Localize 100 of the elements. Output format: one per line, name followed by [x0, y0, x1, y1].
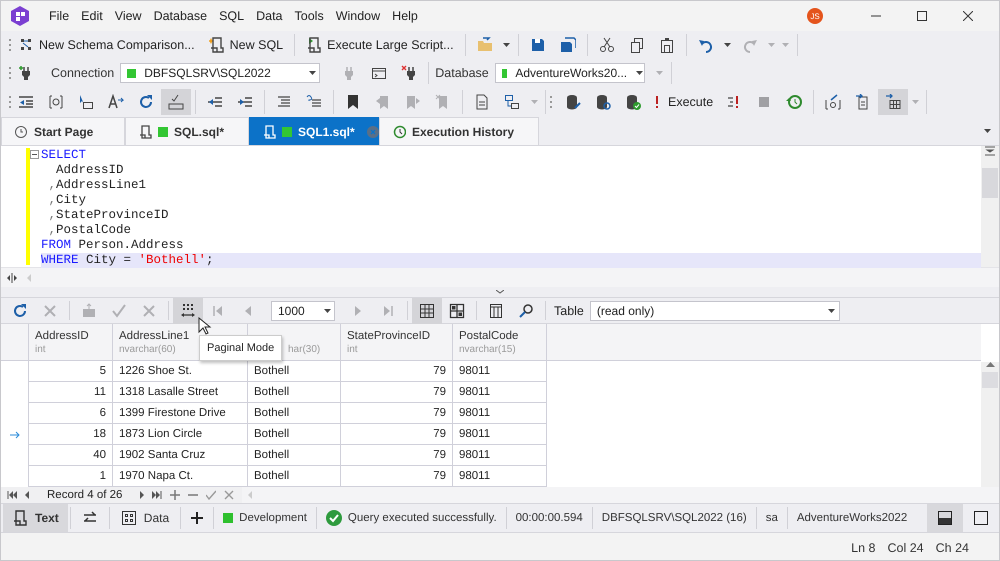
page-size-dropdown[interactable]: 1000: [271, 300, 335, 320]
execute-button[interactable]: Execute: [648, 90, 720, 114]
user-avatar[interactable]: JS: [807, 8, 823, 24]
dropdown-caret-icon[interactable]: [503, 43, 510, 47]
outdent-icon[interactable]: [18, 94, 34, 110]
result-tab[interactable]: Data: [112, 504, 178, 532]
terminal-window-icon[interactable]: [371, 65, 388, 81]
database-name: AdventureWorks2022: [796, 511, 908, 526]
add-icon[interactable]: [190, 511, 204, 525]
result-tab[interactable]: Text: [3, 504, 68, 532]
menu-item[interactable]: Window: [330, 9, 386, 23]
save-icon[interactable]: [530, 37, 546, 53]
table-label: Table: [553, 304, 585, 318]
table-cell: 1902 Santa Cruz: [113, 445, 248, 466]
next-record-icon[interactable]: [140, 491, 144, 499]
paginal-mode-button[interactable]: [173, 298, 203, 324]
menu-item[interactable]: Help: [386, 9, 424, 23]
scroll-up-icon[interactable]: [986, 362, 994, 367]
document-tab[interactable]: Execution History: [379, 117, 539, 145]
split-layout-button[interactable]: [927, 504, 963, 532]
app-logo-icon: [9, 5, 31, 27]
grid-output-button[interactable]: [878, 89, 908, 115]
column-type: nvarchar(15): [459, 344, 516, 355]
dropdown-caret-icon[interactable]: [324, 308, 330, 312]
paste-icon[interactable]: [658, 37, 675, 53]
column-header[interactable]: AddressID: [35, 330, 89, 342]
table-cell: 5: [29, 361, 113, 382]
toolbar-button[interactable]: New SQL: [202, 33, 290, 57]
variable-icon[interactable]: [48, 94, 64, 110]
toolbar-button[interactable]: New Schema Comparison...: [11, 33, 202, 57]
undo-icon[interactable]: [698, 37, 714, 53]
close-icon[interactable]: [963, 11, 973, 21]
database-edit-icon[interactable]: [565, 94, 581, 110]
find-icon[interactable]: [518, 302, 534, 318]
columns-icon[interactable]: [488, 302, 504, 318]
menu-item[interactable]: Tools: [288, 9, 330, 23]
table-cell: 79: [341, 403, 453, 424]
table-dropdown[interactable]: (read only): [590, 300, 840, 320]
disconnect-icon[interactable]: [401, 65, 418, 81]
success-check-icon: [326, 510, 342, 526]
menu-item[interactable]: Edit: [75, 9, 109, 23]
grid-view-button[interactable]: [412, 298, 442, 324]
pointer-list-icon[interactable]: [78, 94, 94, 110]
first-record-icon[interactable]: [7, 491, 17, 499]
open-folder-icon[interactable]: [476, 37, 493, 53]
toolbar-button[interactable]: Execute Large Script...: [299, 33, 461, 57]
connection-dropdown[interactable]: DBFSQLSRV\SQL2022: [120, 63, 320, 83]
text-case-icon[interactable]: [108, 94, 124, 110]
sql-check-button[interactable]: [161, 89, 191, 115]
dropdown-caret-icon[interactable]: [828, 308, 836, 312]
table-cell: 98011: [453, 445, 547, 466]
tab-label: SQL1.sql*: [298, 124, 355, 138]
column-header[interactable]: AddressLine1: [119, 330, 190, 342]
add-record-icon[interactable]: [170, 490, 180, 500]
menu-item[interactable]: SQL: [213, 9, 250, 23]
history-icon[interactable]: [786, 94, 802, 110]
layout-icon[interactable]: [504, 94, 520, 110]
cut-icon[interactable]: [598, 37, 615, 53]
document-tab[interactable]: Start Page: [1, 117, 125, 145]
environment-label: Development: [239, 512, 307, 524]
refresh-icon[interactable]: [138, 94, 154, 110]
menu-item[interactable]: View: [108, 9, 148, 23]
split-editor-icon[interactable]: [985, 146, 995, 156]
menu-item[interactable]: File: [43, 9, 76, 23]
refresh-icon[interactable]: [12, 302, 28, 318]
document-tab[interactable]: SQL1.sql*: [249, 117, 379, 145]
dropdown-caret-icon[interactable]: [724, 43, 732, 47]
menu-item[interactable]: Data: [250, 9, 289, 23]
code-line: SELECT: [41, 148, 88, 163]
schema-compare-icon: [18, 37, 34, 53]
dropdown-caret-icon[interactable]: [636, 71, 643, 75]
save-all-icon[interactable]: [560, 37, 576, 53]
table-cell: Bothell: [248, 403, 341, 424]
previous-record-icon[interactable]: [25, 491, 29, 499]
last-record-icon[interactable]: [152, 491, 162, 499]
current-row-arrow-icon: [10, 430, 20, 438]
database-dropdown[interactable]: AdventureWorks20...: [494, 63, 645, 83]
tab-list-caret-icon[interactable]: [984, 129, 991, 133]
split-horizontal-icon[interactable]: [7, 272, 17, 282]
document-tab[interactable]: SQL.sql*: [125, 117, 249, 145]
bookmark-icon[interactable]: [345, 94, 361, 110]
database-check-icon[interactable]: [625, 94, 641, 110]
line-number: Ln 8: [851, 541, 876, 555]
dropdown-caret-icon[interactable]: [308, 71, 316, 75]
card-view-icon[interactable]: [449, 302, 465, 318]
column-number: Col 24: [888, 541, 924, 555]
scrollbar-thumb[interactable]: [982, 372, 998, 388]
copy-icon[interactable]: [628, 37, 645, 53]
scrollbar-thumb[interactable]: [982, 168, 998, 198]
collapse-panel-icon[interactable]: [496, 290, 504, 294]
execute-script-icon: [306, 37, 322, 53]
column-type: int: [347, 344, 358, 355]
grid-output-icon: [885, 94, 902, 110]
maximize-icon[interactable]: [917, 11, 927, 21]
document-icon[interactable]: [474, 94, 490, 110]
column-header[interactable]: StateProvinceID: [347, 330, 430, 342]
collapse-icon[interactable]: [30, 150, 39, 159]
single-panel-icon[interactable]: [974, 511, 988, 525]
column-header[interactable]: PostalCode: [459, 330, 518, 342]
menu-item[interactable]: Database: [148, 9, 214, 23]
